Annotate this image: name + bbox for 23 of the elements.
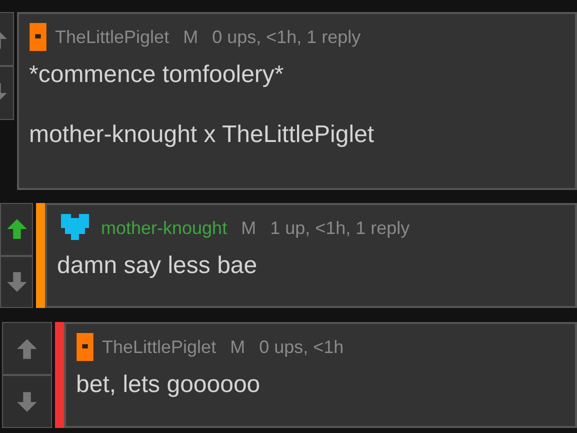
comment-text: bet, lets goooooo [76,370,262,400]
username-link[interactable]: TheLittlePiglet [55,24,170,50]
gender-mark: M [183,26,198,48]
upvote-button[interactable] [0,203,33,256]
username-link[interactable]: TheLittlePiglet [102,334,216,360]
down-arrow-icon [6,270,28,293]
comment-text: *commence tomfoolery* [29,60,285,90]
gender-mark: M [230,336,246,358]
downvote-button[interactable] [0,256,33,308]
gender-mark: M [241,216,256,240]
comment-meta: 0 ups, <1h, 1 reply [212,26,361,49]
down-arrow-icon [16,390,38,412]
square-avatar-icon [76,333,94,361]
downvote-button[interactable] [2,375,52,428]
username-link[interactable]: mother-knought [101,214,228,242]
square-avatar-icon [29,23,47,51]
comment-text: mother-knought x TheLittlePiglet [29,120,376,150]
up-arrow-icon [6,218,28,240]
comment-meta: 0 ups, <1h [259,336,344,359]
comment-text: damn say less bae [57,251,258,281]
upvote-button[interactable] [2,322,52,375]
comment-meta: 1 up, <1h, 1 reply [270,216,410,240]
up-arrow-icon [16,338,38,360]
